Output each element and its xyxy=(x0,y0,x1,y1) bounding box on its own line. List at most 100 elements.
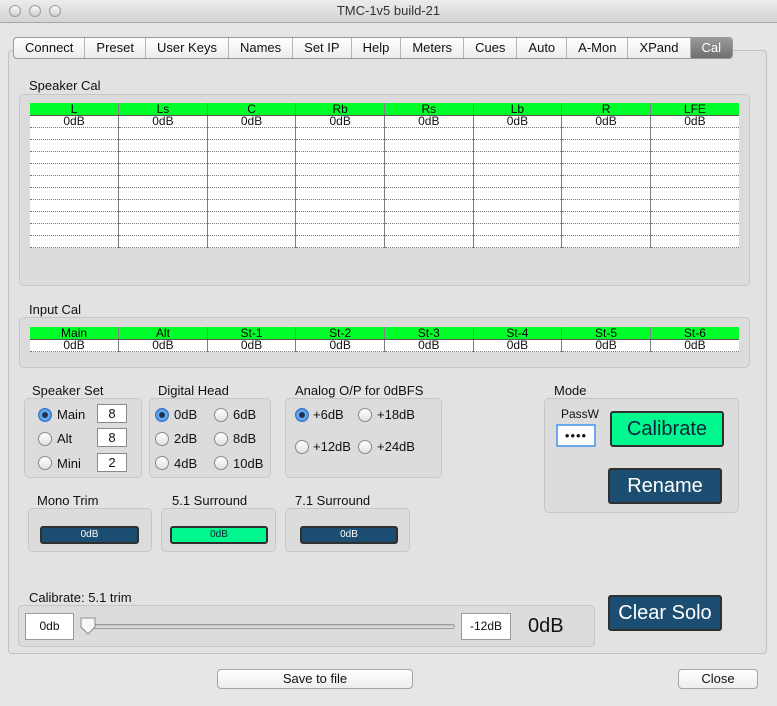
analog-op-6db-radio[interactable] xyxy=(295,408,309,422)
empty-cell[interactable] xyxy=(649,223,739,236)
tab-meters[interactable]: Meters xyxy=(401,38,465,58)
speaker-cal-value-cell[interactable]: 0dB xyxy=(472,115,562,128)
digital-head-8db-radio[interactable] xyxy=(214,432,228,446)
tab-cal[interactable]: Cal xyxy=(690,38,733,58)
empty-cell[interactable] xyxy=(384,175,474,188)
input-cal-value-cell[interactable]: 0dB xyxy=(295,339,385,352)
empty-cell[interactable] xyxy=(384,187,474,200)
empty-cell[interactable] xyxy=(118,211,208,224)
empty-cell[interactable] xyxy=(206,151,296,164)
calibrate-button[interactable]: Calibrate xyxy=(610,411,724,447)
empty-cell[interactable] xyxy=(206,175,296,188)
empty-cell[interactable] xyxy=(649,151,739,164)
speaker-cal-value-cell[interactable]: 0dB xyxy=(118,115,208,128)
empty-cell[interactable] xyxy=(649,187,739,200)
save-to-file-button[interactable]: Save to file xyxy=(217,669,413,689)
empty-cell[interactable] xyxy=(472,127,562,140)
empty-cell[interactable] xyxy=(118,151,208,164)
digital-head-10db-radio[interactable] xyxy=(214,456,228,470)
analog-op-18db-radio[interactable] xyxy=(358,408,372,422)
empty-cell[interactable] xyxy=(384,139,474,152)
empty-cell[interactable] xyxy=(561,175,651,188)
tab-cues[interactable]: Cues xyxy=(464,38,518,58)
empty-cell[interactable] xyxy=(118,127,208,140)
empty-cell[interactable] xyxy=(30,199,119,212)
empty-cell[interactable] xyxy=(384,235,474,248)
empty-cell[interactable] xyxy=(295,187,385,200)
empty-cell[interactable] xyxy=(118,187,208,200)
digital-head-6db-radio[interactable] xyxy=(214,408,228,422)
tab-a-mon[interactable]: A-Mon xyxy=(567,38,629,58)
empty-cell[interactable] xyxy=(295,199,385,212)
empty-cell[interactable] xyxy=(30,223,119,236)
tab-xpand[interactable]: XPand xyxy=(628,38,691,58)
input-cal-value-cell[interactable]: 0dB xyxy=(30,339,119,352)
tab-names[interactable]: Names xyxy=(229,38,294,58)
speaker-set-alt-count[interactable]: 8 xyxy=(97,428,127,447)
speaker-cal-value-cell[interactable]: 0dB xyxy=(30,115,119,128)
empty-cell[interactable] xyxy=(30,211,119,224)
tab-help[interactable]: Help xyxy=(352,38,402,58)
empty-cell[interactable] xyxy=(561,199,651,212)
empty-cell[interactable] xyxy=(30,139,119,152)
rename-button[interactable]: Rename xyxy=(608,468,722,504)
speaker-set-mini-radio[interactable] xyxy=(38,456,52,470)
tab-preset[interactable]: Preset xyxy=(85,38,146,58)
empty-cell[interactable] xyxy=(30,127,119,140)
empty-cell[interactable] xyxy=(30,175,119,188)
analog-op-24db-radio[interactable] xyxy=(358,440,372,454)
empty-cell[interactable] xyxy=(118,199,208,212)
surround-71-value[interactable]: 0dB xyxy=(300,526,398,544)
empty-cell[interactable] xyxy=(472,187,562,200)
empty-cell[interactable] xyxy=(206,211,296,224)
empty-cell[interactable] xyxy=(118,235,208,248)
tab-connect[interactable]: Connect xyxy=(14,38,86,58)
input-cal-value-cell[interactable]: 0dB xyxy=(649,339,739,352)
empty-cell[interactable] xyxy=(295,127,385,140)
tab-auto[interactable]: Auto xyxy=(517,38,568,58)
empty-cell[interactable] xyxy=(295,139,385,152)
empty-cell[interactable] xyxy=(472,163,562,176)
input-cal-value-cell[interactable]: 0dB xyxy=(472,339,562,352)
mono-trim-value[interactable]: 0dB xyxy=(40,526,139,544)
empty-cell[interactable] xyxy=(30,235,119,248)
empty-cell[interactable] xyxy=(206,235,296,248)
empty-cell[interactable] xyxy=(561,163,651,176)
speaker-set-alt-radio[interactable] xyxy=(38,432,52,446)
speaker-set-mini-count[interactable]: 2 xyxy=(97,453,127,472)
empty-cell[interactable] xyxy=(30,151,119,164)
speaker-cal-value-cell[interactable]: 0dB xyxy=(384,115,474,128)
empty-cell[interactable] xyxy=(118,163,208,176)
tab-set-ip[interactable]: Set IP xyxy=(293,38,352,58)
empty-cell[interactable] xyxy=(561,223,651,236)
empty-cell[interactable] xyxy=(206,163,296,176)
empty-cell[interactable] xyxy=(561,127,651,140)
empty-cell[interactable] xyxy=(295,223,385,236)
empty-cell[interactable] xyxy=(206,187,296,200)
empty-cell[interactable] xyxy=(472,199,562,212)
empty-cell[interactable] xyxy=(384,151,474,164)
empty-cell[interactable] xyxy=(384,127,474,140)
input-cal-value-cell[interactable]: 0dB xyxy=(561,339,651,352)
digital-head-4db-radio[interactable] xyxy=(155,456,169,470)
empty-cell[interactable] xyxy=(472,139,562,152)
empty-cell[interactable] xyxy=(649,235,739,248)
empty-cell[interactable] xyxy=(561,187,651,200)
speaker-set-main-radio[interactable] xyxy=(38,408,52,422)
empty-cell[interactable] xyxy=(649,163,739,176)
empty-cell[interactable] xyxy=(472,211,562,224)
input-cal-value-cell[interactable]: 0dB xyxy=(118,339,208,352)
speaker-cal-value-cell[interactable]: 0dB xyxy=(295,115,385,128)
empty-cell[interactable] xyxy=(206,127,296,140)
calibrate-slider-thumb[interactable] xyxy=(80,617,96,635)
empty-cell[interactable] xyxy=(30,163,119,176)
empty-cell[interactable] xyxy=(384,199,474,212)
empty-cell[interactable] xyxy=(206,139,296,152)
empty-cell[interactable] xyxy=(206,199,296,212)
empty-cell[interactable] xyxy=(295,211,385,224)
clear-solo-button[interactable]: Clear Solo xyxy=(608,595,722,631)
empty-cell[interactable] xyxy=(295,175,385,188)
empty-cell[interactable] xyxy=(384,163,474,176)
empty-cell[interactable] xyxy=(561,211,651,224)
speaker-cal-value-cell[interactable]: 0dB xyxy=(206,115,296,128)
